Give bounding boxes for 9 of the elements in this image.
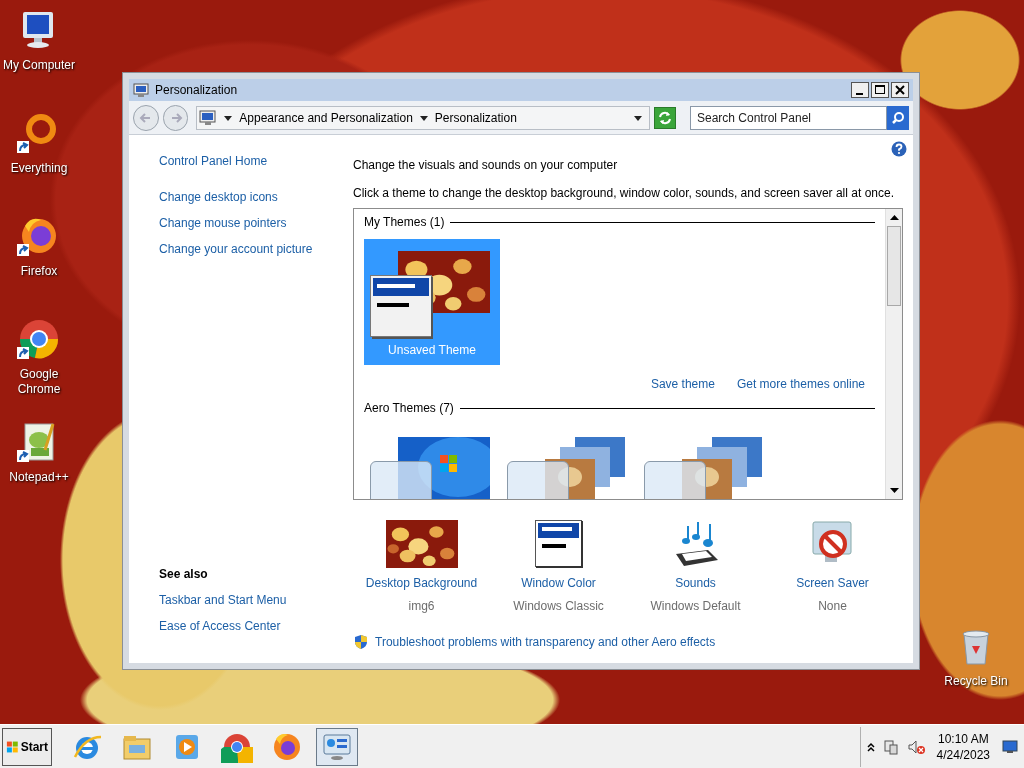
show-desktop-icon[interactable] bbox=[1002, 739, 1018, 754]
network-icon[interactable] bbox=[882, 738, 899, 755]
clock-date: 4/24/2023 bbox=[936, 746, 990, 763]
chevron-up-icon[interactable] bbox=[866, 741, 875, 752]
volume-muted-icon[interactable] bbox=[906, 738, 925, 755]
windows-logo-icon bbox=[6, 739, 19, 754]
clock-time: 10:10 AM bbox=[937, 730, 989, 747]
clock[interactable]: 10:10 AM 4/24/2023 bbox=[932, 730, 994, 763]
start-button[interactable]: Start bbox=[2, 727, 52, 766]
